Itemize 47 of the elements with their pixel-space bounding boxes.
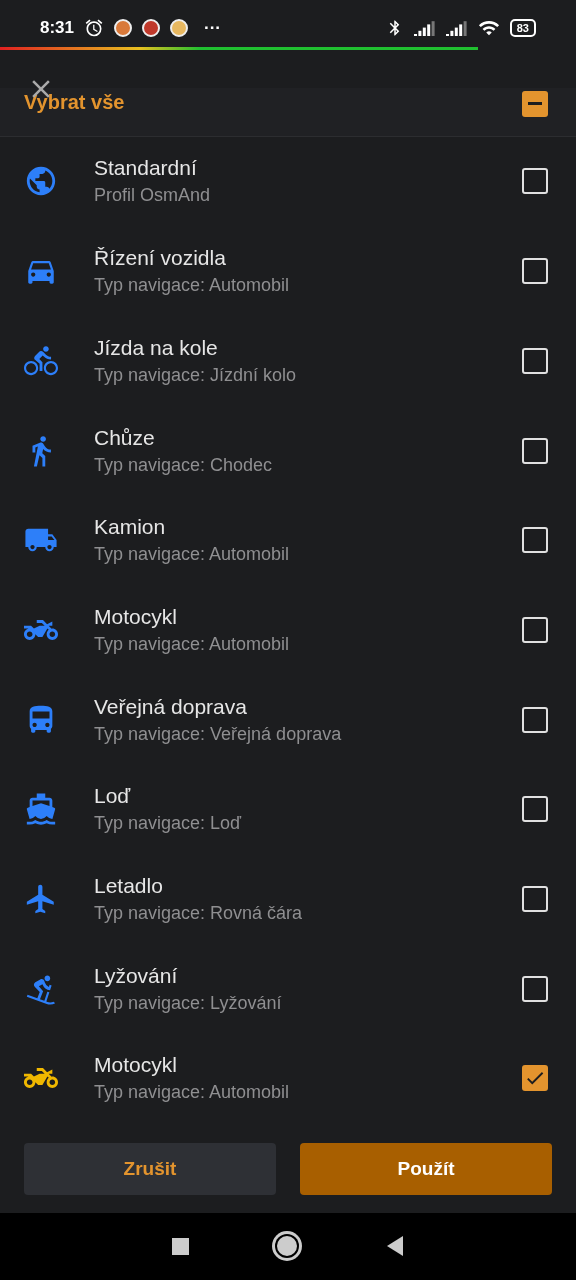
app-notification-icon xyxy=(114,19,133,38)
profile-name: Lyžování xyxy=(94,963,179,988)
profile-subtitle: Typ navigace: Automobil xyxy=(94,275,291,297)
profile-subtitle: Typ navigace: Automobil xyxy=(94,633,291,655)
profile-subtitle: Profil OsmAnd xyxy=(94,185,212,207)
profile-subtitle: Typ navigace: Automobil xyxy=(94,544,291,566)
profile-name: Motocykl xyxy=(94,1053,178,1078)
profile-subtitle: Typ navigace: Chodec xyxy=(94,454,274,476)
app-notification-icon xyxy=(170,19,189,38)
profile-subtitle: Typ navigace: Automobil xyxy=(94,1082,291,1104)
clock-time: 8:31 xyxy=(40,18,75,39)
apply-button[interactable]: Použít xyxy=(300,1143,552,1196)
profile-name: Jízda na kole xyxy=(94,335,219,360)
signal-icon xyxy=(413,20,436,37)
profile-checkbox[interactable] xyxy=(522,258,548,285)
profile-checkbox[interactable] xyxy=(522,616,548,643)
select-all-checkbox[interactable] xyxy=(522,90,548,117)
battery-level: 83 xyxy=(509,19,536,38)
profile-name: Chůze xyxy=(94,425,156,450)
profile-checkbox[interactable] xyxy=(522,437,548,464)
profile-name: Standardní xyxy=(94,156,198,181)
profile-subtitle: Typ navigace: Lyžování xyxy=(94,992,283,1014)
select-all-label: Vybrat vše xyxy=(24,91,125,115)
recent-apps-button[interactable] xyxy=(171,1237,189,1255)
app-notification-icon xyxy=(142,19,161,38)
profile-subtitle: Typ navigace: Rovná čára xyxy=(94,902,304,924)
profile-checkbox[interactable] xyxy=(522,706,548,733)
profile-subtitle: Typ navigace: Veřejná doprava xyxy=(94,723,343,745)
profile-subtitle: Typ navigace: Jízdní kolo xyxy=(94,364,298,386)
cancel-button[interactable]: Zrušit xyxy=(24,1143,276,1196)
profile-checkbox[interactable] xyxy=(522,168,548,195)
profile-checkbox[interactable] xyxy=(522,975,548,1002)
profile-subtitle: Typ navigace: Loď xyxy=(94,813,243,835)
profile-checkbox[interactable] xyxy=(522,885,548,912)
profile-name: Letadlo xyxy=(94,873,164,898)
more-notifications: ··· xyxy=(204,18,221,39)
alarm-icon xyxy=(84,18,105,39)
profile-name: Motocykl xyxy=(94,604,178,629)
profile-checkbox[interactable] xyxy=(522,527,548,554)
profile-checkbox[interactable] xyxy=(522,796,548,823)
profile-name: Kamion xyxy=(94,515,167,540)
profile-name: Veřejná doprava xyxy=(94,694,248,719)
profile-checkbox[interactable] xyxy=(522,347,548,374)
profile-checkbox[interactable] xyxy=(522,1065,548,1092)
signal-icon xyxy=(445,20,468,37)
profile-name: Loď xyxy=(94,784,132,809)
profile-name: Řízení vozidla xyxy=(94,246,227,271)
